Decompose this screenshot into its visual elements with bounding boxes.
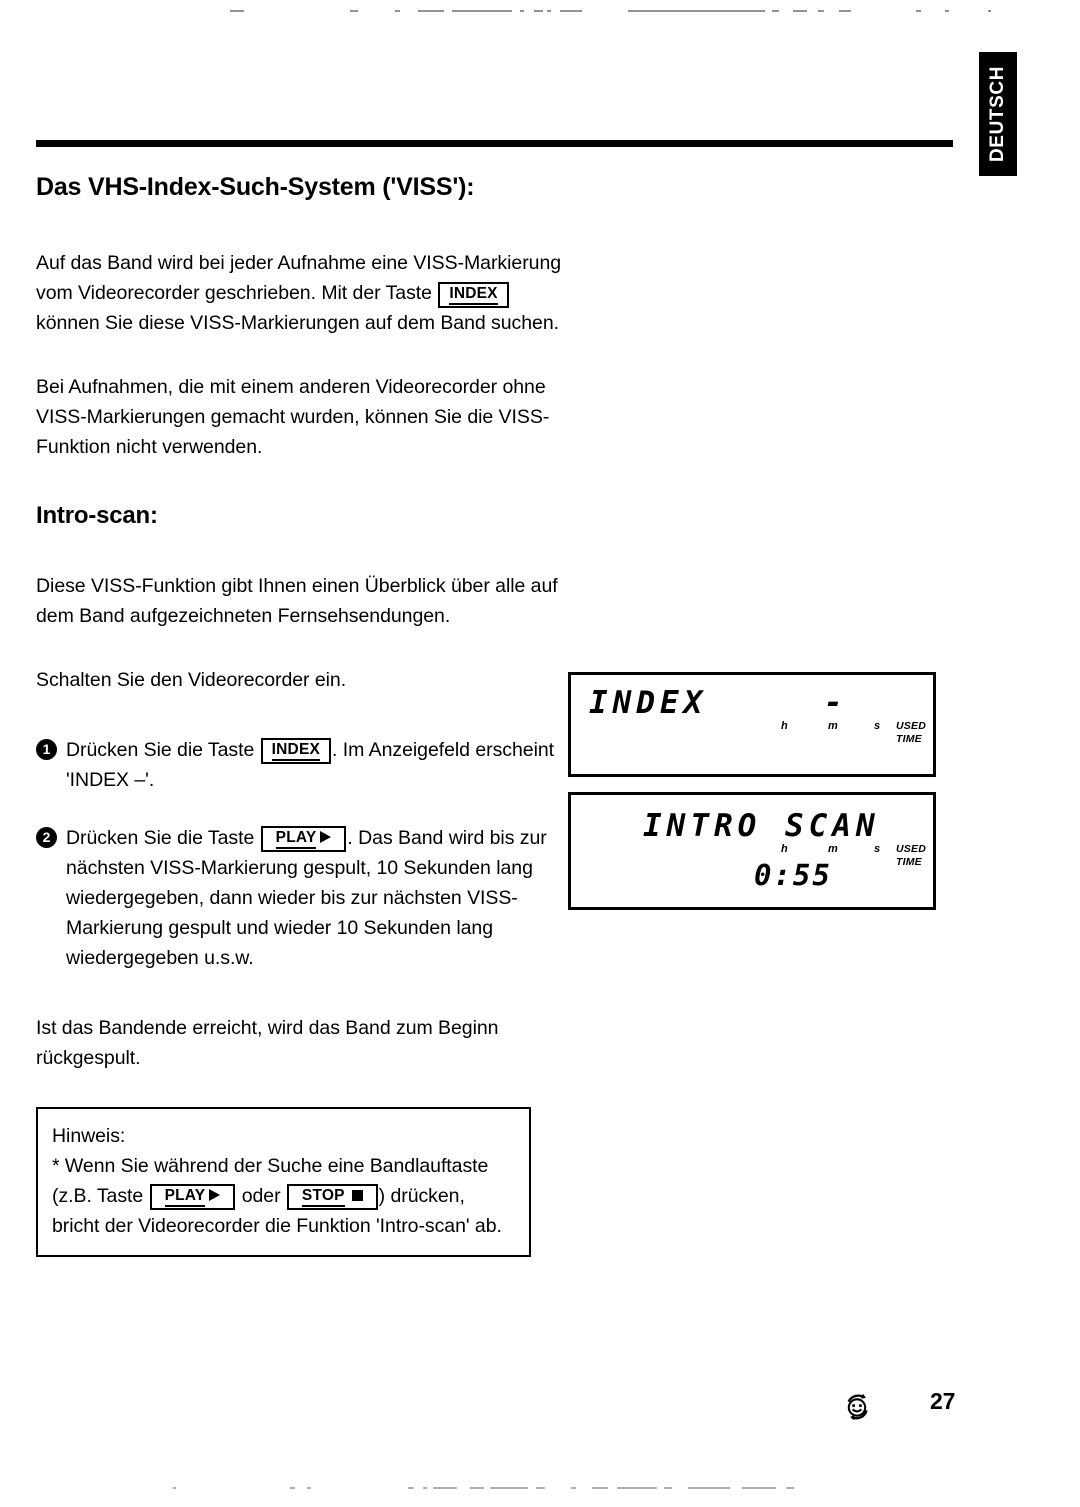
play-triangle-icon (209, 1189, 221, 1202)
paragraph-viss-intro: Auf das Band wird bei jeder Aufnahme ein… (36, 248, 576, 338)
recycle-smiley-icon (840, 1388, 874, 1422)
key-stop-label: STOP (301, 1186, 345, 1208)
step-number-2: 2 (36, 826, 57, 848)
language-tab-deutsch: DEUTSCH (979, 52, 1017, 176)
scan-artifact-top (0, 8, 1080, 18)
time-label: TIME (896, 855, 922, 868)
play-triangle-icon (320, 831, 332, 844)
key-index-label: INDEX (271, 740, 321, 762)
step-item-1: 1 Drücken Sie die Taste INDEX. Im Anzeig… (36, 735, 611, 795)
document-page: DEUTSCH Das VHS-Index-Such-System ('VISS… (0, 0, 1080, 1507)
language-tab-label: DEUTSCH (987, 65, 1008, 163)
paragraph-switch-on: Schalten Sie den Videorecorder ein. (36, 668, 347, 691)
unit-label-hours: h (781, 720, 788, 732)
paragraph-overview: Diese VISS-Funktion gibt Ihnen einen Übe… (36, 574, 558, 627)
page-number: 27 (930, 1388, 956, 1414)
note-body: * Wenn Sie während der Suche eine Bandla… (52, 1151, 515, 1241)
step-1-text-before: Drücken Sie die Taste (66, 738, 255, 761)
stop-square-icon (351, 1190, 363, 1202)
key-play-note[interactable]: PLAY (149, 1184, 236, 1211)
used-label: USED (896, 843, 926, 855)
key-play-label: PLAY (164, 1186, 206, 1208)
unit-label-minutes: m (828, 843, 838, 855)
lcd-main-text-intro-scan: INTRO SCAN (643, 808, 880, 844)
lcd-main-text-index: INDEX (589, 685, 708, 721)
note-text-middle: oder (241, 1184, 281, 1207)
lcd-secondary-text-index: - (824, 685, 843, 721)
key-play-step-2[interactable]: PLAY (260, 826, 347, 853)
paragraph-no-viss-marks: Bei Aufnahmen, die mit einem anderen Vid… (36, 376, 550, 458)
header-rule (36, 140, 953, 147)
lcd-time-value: 0:55 (754, 858, 832, 892)
unit-label-minutes: m (828, 720, 838, 732)
subsection-title-intro-scan: Intro-scan: (36, 502, 158, 529)
step-2-text-before: Drücken Sie die Taste (66, 826, 255, 849)
paragraph-text-b: können Sie diese VISS-Markierungen auf d… (36, 312, 559, 334)
paragraph-tape-end: Ist das Bandende erreicht, wird das Band… (36, 1016, 499, 1069)
note-box-hinweis: Hinweis: * Wenn Sie während der Suche ei… (36, 1106, 531, 1257)
unit-label-hours: h (781, 843, 788, 855)
page-title: Das VHS-Index-Such-System ('VISS'): (36, 173, 475, 201)
key-stop-note[interactable]: STOP (286, 1184, 378, 1211)
unit-label-used-time: USED TIME (896, 720, 926, 745)
key-index-inline-1[interactable]: INDEX (438, 281, 509, 308)
key-index-label: INDEX (449, 284, 498, 305)
vcr-display-index: INDEX - h m s USED TIME (568, 672, 936, 777)
scan-artifact-bottom (0, 1485, 1080, 1495)
unit-label-used-time: USED TIME (896, 843, 926, 868)
vcr-display-intro-scan: INTRO SCAN 0:55 h m s USED TIME (568, 792, 936, 910)
step-item-2: 2 Drücken Sie die Taste PLAY. Das Band w… (36, 823, 611, 973)
key-play-label: PLAY (275, 828, 317, 850)
unit-label-seconds: s (874, 843, 881, 855)
used-label: USED (896, 720, 926, 732)
step-text-1: Drücken Sie die Taste INDEX. Im Anzeigef… (66, 735, 611, 795)
unit-label-seconds: s (874, 720, 881, 732)
step-text-2: Drücken Sie die Taste PLAY. Das Band wir… (66, 823, 611, 973)
key-index-step-1[interactable]: INDEX (260, 738, 332, 765)
step-number-1: 1 (36, 738, 57, 760)
time-label: TIME (896, 732, 922, 745)
note-title: Hinweis: (52, 1124, 126, 1147)
